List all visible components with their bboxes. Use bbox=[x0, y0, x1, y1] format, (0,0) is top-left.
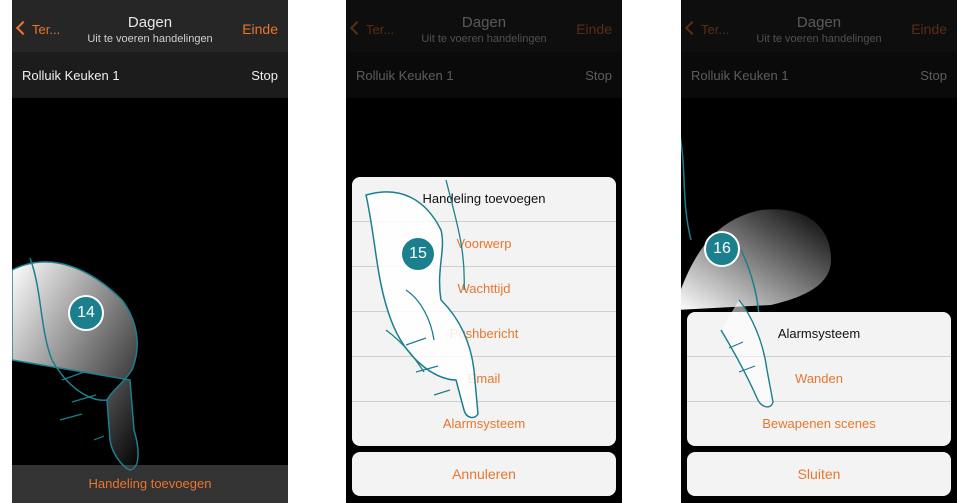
close-button[interactable]: Sluiten bbox=[687, 452, 951, 496]
phone-screen-1: Ter... Dagen Uit te voeren handelingen E… bbox=[12, 0, 288, 503]
action-sheet: Handeling toevoegen Voorwerp Wachttijd P… bbox=[352, 177, 616, 446]
sheet-title: Alarmsysteem bbox=[687, 312, 951, 357]
action-name: Rolluik Keuken 1 bbox=[22, 68, 120, 83]
done-button[interactable]: Einde bbox=[242, 21, 278, 37]
add-action-button[interactable]: Handeling toevoegen bbox=[12, 465, 288, 503]
option-wachttijd[interactable]: Wachttijd bbox=[352, 267, 616, 312]
option-alarmsysteem[interactable]: Alarmsysteem bbox=[352, 402, 616, 446]
step-badge: 16 bbox=[704, 231, 740, 267]
phone-screen-3: Ter... Dagen Uit te voeren handelingen E… bbox=[681, 0, 957, 503]
sheet-title: Handeling toevoegen bbox=[352, 177, 616, 222]
step-badge: 14 bbox=[68, 295, 104, 331]
option-pushbericht[interactable]: Pushbericht bbox=[352, 312, 616, 357]
action-sheet: Alarmsysteem Wanden Bewapenen scenes bbox=[687, 312, 951, 446]
action-row[interactable]: Rolluik Keuken 1 Stop bbox=[12, 52, 288, 98]
step-badge: 15 bbox=[400, 236, 436, 272]
nav-header: Ter... Dagen Uit te voeren handelingen E… bbox=[12, 0, 288, 52]
option-voorwerp[interactable]: Voorwerp bbox=[352, 222, 616, 267]
option-bewapenen-scenes[interactable]: Bewapenen scenes bbox=[687, 402, 951, 446]
phone-screen-2: Ter... Dagen Uit te voeren handelingen E… bbox=[346, 0, 622, 503]
action-value: Stop bbox=[251, 68, 278, 83]
option-wanden[interactable]: Wanden bbox=[687, 357, 951, 402]
cancel-button[interactable]: Annuleren bbox=[352, 452, 616, 496]
option-email[interactable]: Email bbox=[352, 357, 616, 402]
